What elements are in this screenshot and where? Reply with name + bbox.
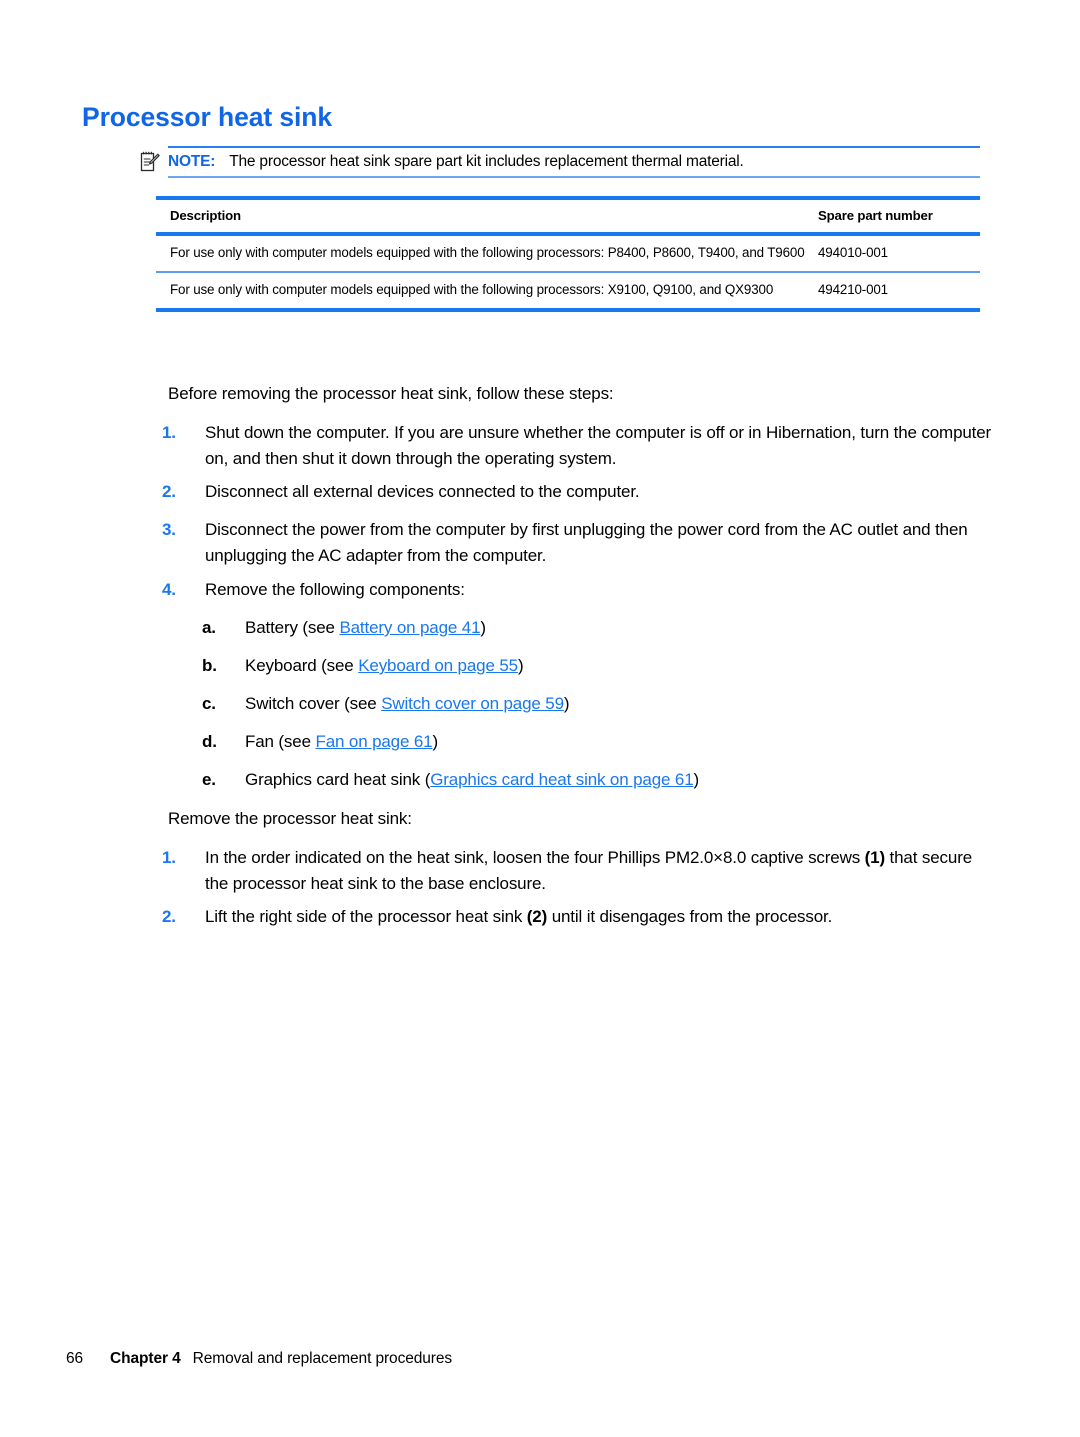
remove-step-2: 2. Lift the right side of the processor … [162, 904, 992, 930]
table-row: For use only with computer models equipp… [156, 273, 980, 308]
component-suffix: ) [563, 694, 570, 713]
footer-page-number: 66 [66, 1350, 84, 1367]
component-item-fan: d. Fan (see Fan on page 61) [202, 729, 992, 755]
component-text: Keyboard (see Keyboard on page 55) [245, 653, 992, 679]
step-text: Disconnect all external devices connecte… [205, 482, 640, 501]
component-item-switch-cover: c. Switch cover (see Switch cover on pag… [202, 691, 992, 717]
component-marker: c. [202, 694, 216, 713]
component-marker: e. [202, 770, 216, 789]
table-header-row: Description Spare part number [156, 200, 980, 232]
step-3: 3. Disconnect the power from the compute… [162, 517, 992, 568]
component-text: Fan (see Fan on page 61) [245, 729, 992, 755]
remove-step-1: 1. In the order indicated on the heat si… [162, 845, 992, 896]
footer-chapter-title: Removal and replacement procedures [192, 1350, 453, 1367]
step-text-part-1: Lift the right side of the processor hea… [205, 907, 527, 926]
component-item-keyboard: b. Keyboard (see Keyboard on page 55) [202, 653, 992, 679]
step-text-part-1: In the order indicated on the heat sink,… [205, 848, 865, 867]
page-footer: 66 Chapter 4 Removal and replacement pro… [66, 1350, 452, 1368]
step-text: Remove the following components: [205, 580, 465, 599]
component-prefix: Fan (see [245, 732, 316, 751]
component-prefix: Switch cover (see [245, 694, 382, 713]
step-marker: 1. [162, 848, 176, 867]
component-prefix: Keyboard (see [245, 656, 359, 675]
footer-chapter: Chapter 4 [110, 1350, 181, 1367]
note-body: NOTE: The processor heat sink spare part… [140, 148, 980, 176]
page-title: Processor heat sink [82, 102, 332, 132]
component-item-graphics-card-heat-sink: e. Graphics card heat sink (Graphics car… [202, 767, 992, 793]
component-text: Battery (see Battery on page 41) [245, 615, 992, 641]
table-bottom-rule [156, 308, 980, 312]
component-marker: a. [202, 618, 216, 637]
component-text: Switch cover (see Switch cover on page 5… [245, 691, 992, 717]
step-4: 4. Remove the following components: [162, 577, 992, 603]
cell-spare-part-number: 494210-001 [818, 282, 888, 297]
step-text: In the order indicated on the heat sink,… [205, 845, 992, 896]
intro-paragraph-before: Before removing the processor heat sink,… [168, 384, 614, 403]
step-2: 2. Disconnect all external devices conne… [162, 479, 992, 505]
step-text-part-2: until it disengages from the processor. [547, 907, 833, 926]
document-page: Processor heat sink NOTE: The processor [0, 0, 1080, 1437]
note-admonition: NOTE: The processor heat sink spare part… [140, 146, 980, 178]
step-text: Disconnect the power from the computer b… [205, 520, 968, 565]
intro-paragraph-remove: Remove the processor heat sink: [168, 809, 412, 828]
component-marker: d. [202, 732, 217, 751]
step-text: Shut down the computer. If you are unsur… [205, 423, 992, 468]
table-row: For use only with computer models equipp… [156, 236, 980, 271]
component-text: Graphics card heat sink (Graphics card h… [245, 767, 992, 793]
component-suffix: ) [432, 732, 438, 751]
cross-reference-link-graphics-card-heat-sink[interactable]: Graphics card heat sink on page 61 [430, 770, 693, 789]
step-text: Lift the right side of the processor hea… [205, 904, 992, 930]
cross-reference-link-fan[interactable]: Fan on page 61 [315, 732, 432, 751]
component-prefix: Battery (see [245, 618, 340, 637]
step-1: 1. Shut down the computer. If you are un… [162, 420, 992, 471]
spare-part-table: Description Spare part number For use on… [156, 196, 980, 312]
note-text: The processor heat sink spare part kit i… [229, 153, 744, 170]
note-pad-pencil-icon [140, 151, 160, 173]
step-marker: 3. [162, 520, 176, 539]
cell-description: For use only with computer models equipp… [170, 282, 774, 297]
cell-spare-part-number: 494010-001 [818, 245, 888, 260]
component-item-battery: a. Battery (see Battery on page 41) [202, 615, 992, 641]
note-bottom-rule [168, 176, 980, 178]
callout-reference: (1) [864, 848, 885, 867]
cross-reference-link-keyboard[interactable]: Keyboard on page 55 [358, 656, 518, 675]
note-label: NOTE: [168, 153, 216, 170]
step-marker: 2. [162, 482, 176, 501]
step-marker: 2. [162, 907, 176, 926]
component-prefix: Graphics card heat sink ( [245, 770, 431, 789]
component-suffix: ) [693, 770, 700, 789]
column-header-spare-part-number: Spare part number [818, 208, 933, 223]
column-header-description: Description [170, 208, 241, 223]
component-suffix: ) [517, 656, 524, 675]
component-marker: b. [202, 656, 217, 675]
callout-reference: (2) [526, 907, 548, 926]
cross-reference-link-switch-cover[interactable]: Switch cover on page 59 [381, 694, 564, 713]
cross-reference-link-battery[interactable]: Battery on page 41 [339, 618, 480, 637]
step-marker: 4. [162, 580, 176, 599]
step-marker: 1. [162, 423, 176, 442]
component-suffix: ) [480, 618, 486, 637]
cell-description: For use only with computer models equipp… [170, 245, 805, 260]
